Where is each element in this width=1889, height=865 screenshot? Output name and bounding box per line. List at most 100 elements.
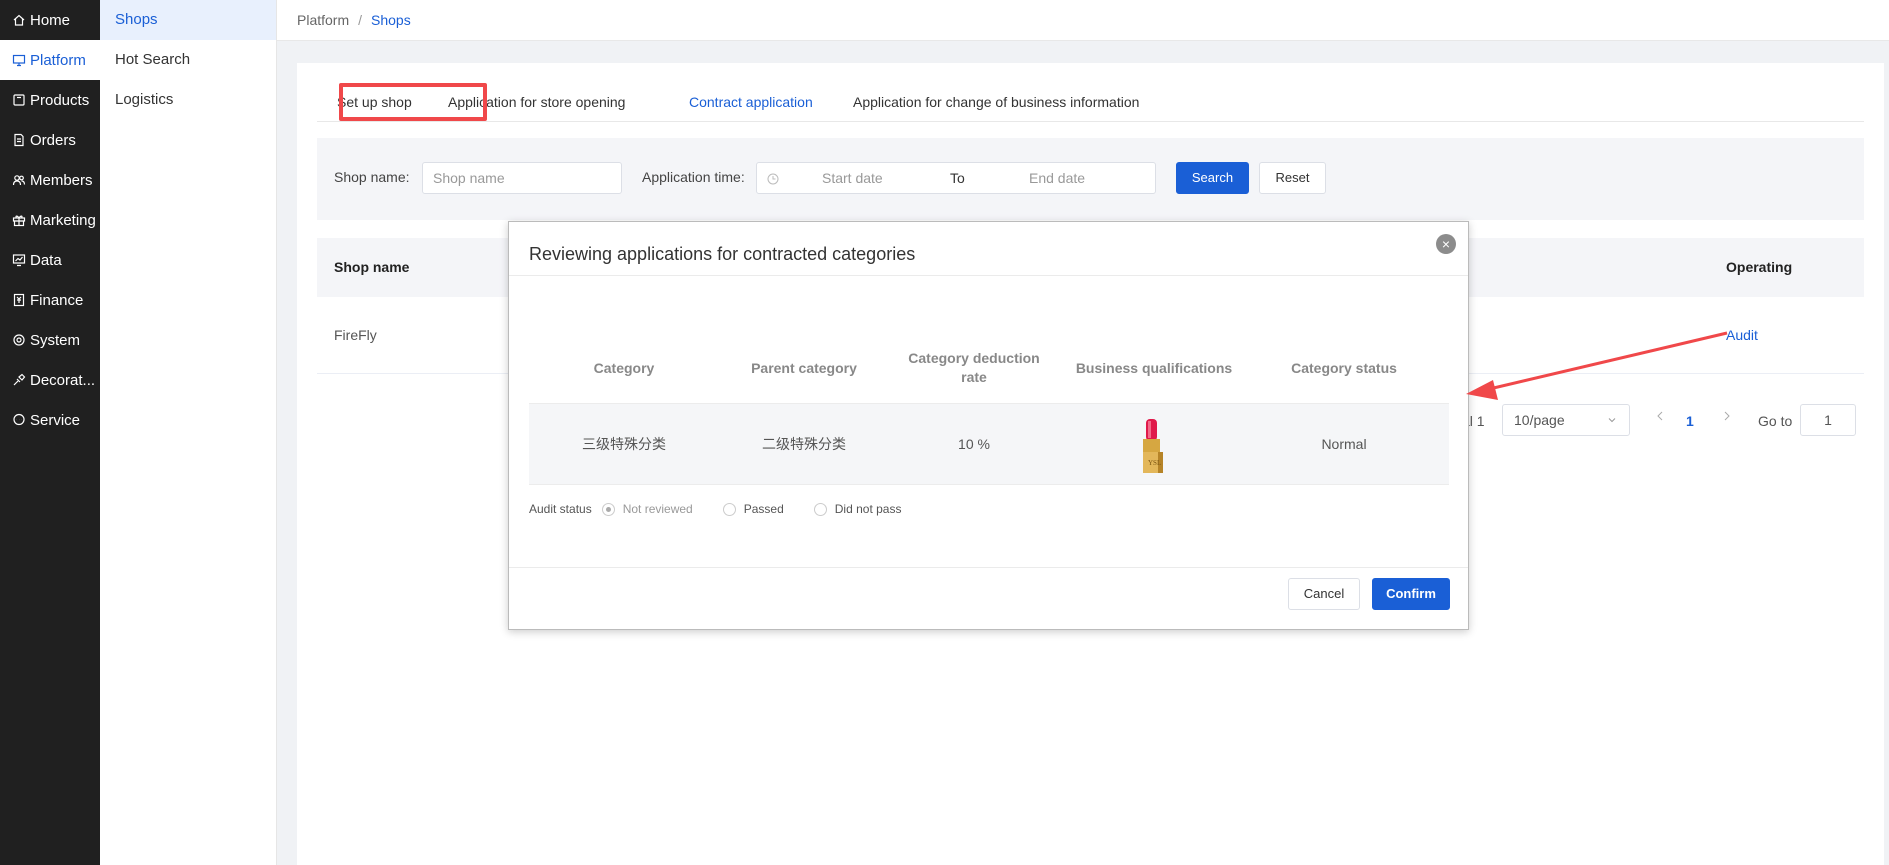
nav-item-members[interactable]: Members <box>0 160 100 200</box>
date-range-picker[interactable]: Start date To End date <box>756 162 1156 194</box>
radio-label: Passed <box>743 502 784 516</box>
confirm-button[interactable]: Confirm <box>1372 578 1450 610</box>
chevron-down-icon <box>1607 405 1617 435</box>
dialog-divider <box>509 275 1468 276</box>
goto-page-input[interactable]: 1 <box>1800 404 1856 436</box>
cell-parent-category: 二级特殊分类 <box>762 436 846 452</box>
qualification-image[interactable]: YSL <box>1059 404 1249 484</box>
main-nav: Home Platform Products Orders Members Ma… <box>0 0 100 865</box>
radio-did-not-pass[interactable]: Did not pass <box>813 502 902 516</box>
nav-item-label: Home <box>30 11 71 29</box>
nav-item-label: Products <box>30 91 90 109</box>
tab-change-business-info[interactable]: Application for change of business infor… <box>853 83 1139 121</box>
page-size-select[interactable]: 10/page <box>1502 404 1630 436</box>
application-time-label: Application time: <box>642 169 745 185</box>
product-icon <box>12 93 26 107</box>
column-shop-name: Shop name <box>334 259 410 275</box>
breadcrumb: Platform / Shops <box>277 0 1889 41</box>
nav-item-decoration[interactable]: Decorat... <box>0 360 100 400</box>
svg-text:YSL: YSL <box>1148 459 1161 467</box>
clock-icon <box>767 163 779 193</box>
nav-item-label: Members <box>30 171 93 189</box>
column-business-qualifications: Business qualifications <box>1075 359 1233 376</box>
prev-page-icon[interactable] <box>1655 409 1665 425</box>
nav-item-label: Service <box>30 411 81 429</box>
column-category: Category <box>593 359 655 376</box>
cell-category-status: Normal <box>1321 436 1367 452</box>
brush-icon <box>12 373 26 387</box>
radio-passed[interactable]: Passed <box>722 502 784 516</box>
range-separator: To <box>950 170 965 186</box>
nav-item-label: Orders <box>30 131 76 149</box>
radio-not-reviewed[interactable]: Not reviewed <box>601 502 693 516</box>
radio-dot <box>813 502 827 516</box>
column-deduction-rate: Category deduction rate <box>908 350 1040 385</box>
reset-button[interactable]: Reset <box>1259 162 1326 194</box>
close-icon[interactable]: × <box>1436 234 1456 254</box>
table-row: 三级特殊分类 二级特殊分类 10 % YSL Normal <box>529 403 1449 485</box>
radio-label: Not reviewed <box>622 502 693 516</box>
breadcrumb-root[interactable]: Platform <box>297 12 349 28</box>
nav-item-orders[interactable]: Orders <box>0 120 100 160</box>
column-parent-category: Parent category <box>751 359 857 376</box>
document-icon <box>12 133 26 147</box>
column-category-status: Category status <box>1291 359 1397 376</box>
search-button[interactable]: Search <box>1176 162 1249 194</box>
goto-label: Go to <box>1758 413 1793 429</box>
cancel-button[interactable]: Cancel <box>1288 578 1360 610</box>
nav-item-home[interactable]: Home <box>0 0 100 40</box>
nav-item-label: Data <box>30 251 62 269</box>
breadcrumb-current: Shops <box>371 12 411 28</box>
shop-name-input[interactable]: Shop name <box>422 162 622 194</box>
cell-category: 三级特殊分类 <box>582 436 666 452</box>
review-dialog: Reviewing applications for contracted ca… <box>508 221 1469 630</box>
start-date-input[interactable]: Start date <box>822 163 883 193</box>
chat-icon <box>12 413 26 427</box>
radio-dot <box>601 502 615 516</box>
gift-icon <box>12 213 26 227</box>
nav-item-label: Decorat... <box>30 371 96 389</box>
nav-item-products[interactable]: Products <box>0 80 100 120</box>
next-page-icon[interactable] <box>1722 409 1732 425</box>
chart-icon <box>12 253 26 267</box>
audit-status-label: Audit status <box>529 502 592 516</box>
tab-highlight-annotation <box>339 83 487 121</box>
nav-item-label: Finance <box>30 291 84 309</box>
end-date-input[interactable]: End date <box>1029 163 1085 193</box>
radio-label: Did not pass <box>834 502 902 516</box>
submenu-item-logistics[interactable]: Logistics <box>100 80 276 120</box>
audit-status-group: Audit status Not reviewed Passed Did not… <box>529 502 901 516</box>
tab-bar: Set up shop Application for store openin… <box>317 83 1864 122</box>
monitor-icon <box>12 53 26 67</box>
nav-item-platform[interactable]: Platform <box>0 40 100 80</box>
lipstick-image: YSL <box>1143 419 1163 473</box>
nav-item-label: Platform <box>30 51 86 69</box>
breadcrumb-separator: / <box>358 12 363 28</box>
nav-item-marketing[interactable]: Marketing <box>0 200 100 240</box>
nav-item-system[interactable]: System <box>0 320 100 360</box>
audit-link[interactable]: Audit <box>1726 327 1758 343</box>
nav-item-data[interactable]: Data <box>0 240 100 280</box>
filter-bar: Shop name: Shop name Application time: S… <box>317 138 1864 220</box>
finance-icon <box>12 293 26 307</box>
nav-item-label: Marketing <box>30 211 96 229</box>
cell-shop-name: FireFly <box>334 327 377 343</box>
tab-contract-application[interactable]: Contract application <box>689 83 813 121</box>
radio-dot <box>722 502 736 516</box>
submenu-item-shops[interactable]: Shops <box>100 0 276 40</box>
cell-deduction-rate: 10 % <box>958 436 990 452</box>
column-operating: Operating <box>1726 259 1793 275</box>
dialog-footer-divider <box>509 567 1468 568</box>
page-number-current[interactable]: 1 <box>1686 413 1694 429</box>
nav-item-finance[interactable]: Finance <box>0 280 100 320</box>
shop-name-label: Shop name: <box>334 169 410 185</box>
page-size-value: 10/page <box>1514 412 1565 428</box>
nav-item-service[interactable]: Service <box>0 400 100 440</box>
users-icon <box>12 173 26 187</box>
submenu-item-hot-search[interactable]: Hot Search <box>100 40 276 80</box>
nav-item-label: System <box>30 331 81 349</box>
home-icon <box>12 13 26 27</box>
dialog-title: Reviewing applications for contracted ca… <box>529 244 916 264</box>
gear-icon <box>12 333 26 347</box>
secondary-menu: Shops Hot Search Logistics <box>100 0 277 865</box>
